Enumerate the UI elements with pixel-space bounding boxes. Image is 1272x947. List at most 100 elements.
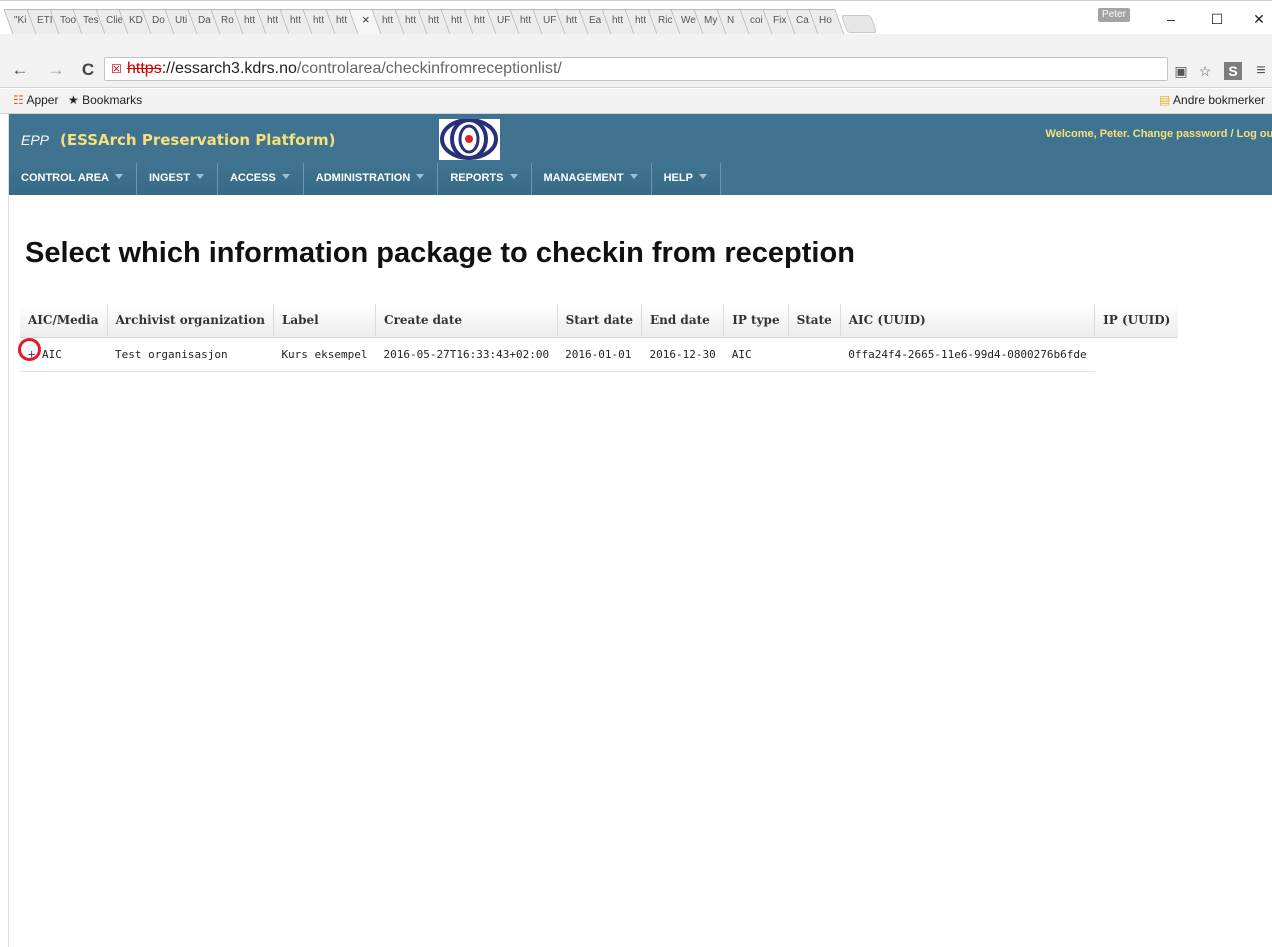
address-bar[interactable]: ☒ https://essarch3.kdrs.no/controlarea/c… xyxy=(104,57,1168,81)
tab-title: My xyxy=(704,15,718,26)
bookmark-star-icon[interactable]: ☆ xyxy=(1196,62,1214,80)
plus-icon: + xyxy=(28,347,36,361)
menu-label: ACCESS xyxy=(229,172,276,184)
url-scheme: https xyxy=(127,60,162,77)
menu-help[interactable]: HELP xyxy=(651,163,721,195)
column-header[interactable]: State xyxy=(788,304,841,338)
back-arrow-icon: ← xyxy=(11,60,29,79)
tab-title: UF xyxy=(497,15,511,26)
column-header[interactable]: IP type xyxy=(723,304,789,338)
change-password-link[interactable]: Change password xyxy=(1133,128,1228,140)
tab-title: Ro xyxy=(221,15,234,26)
caret-down-icon xyxy=(698,174,707,179)
menu-administration[interactable]: ADMINISTRATION xyxy=(303,163,439,195)
tab-title: htt xyxy=(612,15,624,26)
table-header-row: AIC/Media Archivist organization Label Crea… xyxy=(20,304,1179,338)
column-header[interactable]: AIC/Media xyxy=(20,304,108,338)
tab-title: Clie xyxy=(106,15,122,26)
tab-title: Uti xyxy=(175,15,188,26)
reload-button[interactable]: C xyxy=(78,58,98,82)
cell-archivist-org: Test organisasjon xyxy=(107,337,274,372)
new-tab-button[interactable] xyxy=(840,15,878,33)
menu-label: HELP xyxy=(663,172,693,184)
tab-title: htt xyxy=(290,15,302,26)
table-body: + AIC Test organisasjon Kurs eksempel 2016-0… xyxy=(18,337,1179,372)
browser-tab-strip: "Ki ETI Too Tes Clie KD Do Uti Da Ro htt htt htt htt h… xyxy=(0,0,1272,35)
close-window-button[interactable]: ✕ xyxy=(1244,9,1272,29)
cell-ip-type: AIC xyxy=(723,337,789,372)
column-header[interactable]: AIC (UUID) xyxy=(840,304,1096,338)
tab-title: Ric xyxy=(658,15,673,26)
back-button[interactable]: ← xyxy=(10,58,30,82)
main-menu: CONTROL AREA INGEST ACCESS ADMINISTRATION RE… xyxy=(9,163,1272,195)
caret-down-icon xyxy=(629,174,638,179)
column-header[interactable]: Archivist organization xyxy=(107,304,274,338)
menu-label: CONTROL AREA xyxy=(21,172,109,184)
menu-control-area[interactable]: CONTROL AREA xyxy=(9,163,137,195)
welcome-text: Welcome, Peter. xyxy=(1045,128,1130,140)
minimize-button[interactable]: – xyxy=(1156,9,1186,29)
browser-toolbar: ← → C ☒ https://essarch3.kdrs.no/control… xyxy=(0,34,1272,88)
app-abbr: EPP xyxy=(21,132,50,148)
logout-link[interactable]: Log out xyxy=(1237,128,1272,140)
tab-title: ETI xyxy=(37,15,53,26)
tab-title: htt xyxy=(451,15,463,26)
apps-grid-icon: ☷ xyxy=(13,93,24,107)
chrome-menu-icon[interactable]: ≡ xyxy=(1252,62,1270,80)
new-tab-shape xyxy=(840,15,878,33)
bookmarks-shortcut[interactable]: ★ Bookmarks xyxy=(68,93,142,107)
tab-title: htt xyxy=(313,15,325,26)
browser-tab[interactable]: Ho xyxy=(808,9,845,35)
caret-down-icon xyxy=(195,174,204,179)
cell-ip-uuid xyxy=(1095,337,1179,371)
tab-title: N xyxy=(727,15,735,26)
aic-media-value: AIC xyxy=(42,348,62,361)
menu-label: INGEST xyxy=(149,172,190,184)
column-header[interactable]: End date xyxy=(641,304,725,338)
column-header[interactable]: IP (UUID) xyxy=(1094,304,1179,338)
column-header[interactable]: Create date xyxy=(375,304,558,338)
expand-row-button[interactable]: + xyxy=(18,338,42,361)
table-row[interactable]: + AIC Test organisasjon Kurs eksempel 2016-0… xyxy=(18,337,1179,372)
other-bookmarks-label: Andre bokmerker xyxy=(1173,93,1266,107)
apps-label: Apper xyxy=(26,93,59,107)
menu-access[interactable]: ACCESS xyxy=(217,163,304,195)
menu-label: ADMINISTRATION xyxy=(315,172,411,184)
menu-management[interactable]: MANAGEMENT xyxy=(531,163,652,195)
app-header: EPP (ESSArch Preservation Platform) Welc… xyxy=(9,114,1272,163)
tab-title: Ca xyxy=(796,15,809,26)
profile-button[interactable]: Peter xyxy=(1098,8,1130,22)
maximize-button[interactable]: ☐ xyxy=(1202,9,1232,29)
caret-down-icon xyxy=(281,174,290,179)
es-solutions-logo xyxy=(439,118,500,160)
apps-shortcut[interactable]: ☷ Apper xyxy=(13,93,58,107)
forward-button[interactable]: → xyxy=(46,58,66,82)
tab-title: htt xyxy=(244,15,256,26)
menu-ingest[interactable]: INGEST xyxy=(137,163,218,195)
logo-rings-icon xyxy=(440,118,498,160)
tab-title: KD xyxy=(129,15,143,26)
main-menu-bar: CONTROL AREA INGEST ACCESS ADMINISTRATION RE… xyxy=(9,163,1272,195)
user-welcome: Welcome, Peter. Change password / Log ou… xyxy=(1046,128,1272,140)
column-header[interactable]: Start date xyxy=(557,304,642,338)
cell-end-date: 2016-12-30 xyxy=(641,337,724,372)
tab-list: "Ki ETI Too Tes Clie KD Do Uti Da Ro htt htt htt htt h… xyxy=(3,9,878,35)
star-icon: ★ xyxy=(68,93,79,107)
tab-title: "Ki xyxy=(14,15,27,26)
extension-icon[interactable]: S xyxy=(1224,62,1242,80)
cell-start-date: 2016-01-01 xyxy=(557,337,642,372)
tab-title: htt xyxy=(474,15,486,26)
reload-icon: C xyxy=(81,60,95,79)
tab-title: htt xyxy=(428,15,440,26)
column-header[interactable]: Label xyxy=(273,304,377,338)
menu-reports[interactable]: REPORTS xyxy=(438,163,532,195)
url-text: https://essarch3.kdrs.no/controlarea/che… xyxy=(127,58,562,80)
other-bookmarks[interactable]: ▤ Andre bokmerker xyxy=(1159,93,1265,107)
menu-label: MANAGEMENT xyxy=(543,172,624,184)
bookmarks-bar: ☷ Apper ★ Bookmarks ▤ Andre bokmerker xyxy=(0,89,1272,114)
translate-icon[interactable]: ▣ xyxy=(1172,62,1190,80)
tab-title: Do xyxy=(152,15,165,26)
tab-title: htt xyxy=(520,15,532,26)
bookmarks-label: Bookmarks xyxy=(82,93,143,107)
tab-title: htt xyxy=(635,15,647,26)
